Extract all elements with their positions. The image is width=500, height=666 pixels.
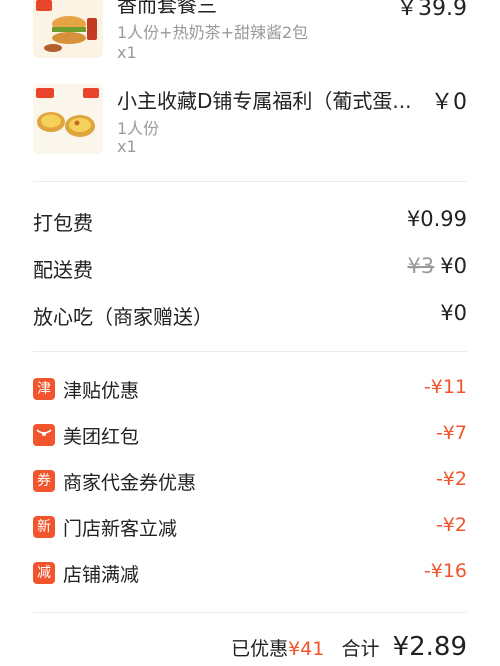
- discount-row-new-customer: 新 门店新客立减 -¥2: [33, 514, 467, 544]
- new-customer-icon: 新: [33, 516, 55, 538]
- discount-label: 商家代金券优惠: [63, 472, 197, 494]
- discount-amount: -¥11: [423, 376, 467, 398]
- summary-line: 已优惠¥41 合计 ¥2.89: [231, 632, 467, 662]
- order-item: 小主收藏D铺专属福利（葡式蛋... 1人份 x1 ￥0: [0, 80, 500, 160]
- total-amount: ¥2.89: [392, 632, 467, 662]
- discount-row-red-packet: 美团红包 -¥7: [33, 422, 467, 452]
- divider: [33, 612, 467, 613]
- item-thumbnail: [33, 84, 103, 154]
- item-thumbnail: [33, 0, 103, 58]
- full-reduction-icon: 减: [33, 562, 55, 584]
- original-fee: ¥3: [407, 254, 435, 278]
- red-packet-icon: [33, 424, 55, 446]
- fee-value: ¥0: [440, 254, 467, 278]
- order-summary: 已优惠¥41 合计 ¥2.89: [0, 612, 500, 666]
- discount-row-full-reduction: 减 店铺满减 -¥16: [33, 560, 467, 590]
- saved-label: 已优惠: [231, 638, 289, 660]
- delivery-fee-row: 配送费 ¥3 ¥0: [33, 254, 467, 284]
- burger-combo-icon: [33, 0, 103, 58]
- item-quantity: x1: [117, 43, 137, 62]
- discount-amount: -¥16: [423, 560, 467, 582]
- fee-value: ¥0: [440, 301, 467, 325]
- divider: [33, 351, 467, 352]
- coupon-icon: 券: [33, 470, 55, 492]
- fee-value: ¥0.99: [406, 207, 467, 231]
- discount-amount: -¥2: [435, 514, 467, 536]
- fee-value-group: ¥3 ¥0: [408, 254, 467, 278]
- item-name: 香而套餐三: [117, 0, 217, 17]
- item-price: ￥39.9: [396, 0, 467, 21]
- discount-row-allowance: 津 津贴优惠 -¥11: [33, 376, 467, 406]
- allowance-icon: 津: [33, 378, 55, 400]
- fee-label: 打包费: [33, 211, 93, 235]
- discount-amount: -¥7: [435, 422, 467, 444]
- discount-label: 美团红包: [63, 426, 140, 448]
- fee-label: 配送费: [33, 258, 93, 282]
- safe-eat-row: 放心吃（商家赠送） ¥0: [33, 301, 467, 331]
- saved-amount: ¥41: [288, 638, 325, 660]
- egg-tart-icon: [33, 84, 103, 154]
- discount-label: 津贴优惠: [63, 380, 140, 402]
- total-label: 合计: [341, 638, 380, 660]
- item-name: 小主收藏D铺专属福利（葡式蛋...: [117, 89, 412, 113]
- divider: [33, 181, 467, 182]
- item-spec: 1人份: [117, 119, 160, 138]
- packing-fee-row: 打包费 ¥0.99: [33, 207, 467, 237]
- item-spec: 1人份+热奶茶+甜辣酱2包: [117, 23, 309, 42]
- order-item: 香而套餐三 1人份+热奶茶+甜辣酱2包 x1 ￥39.9: [0, 0, 500, 70]
- discount-label: 店铺满减: [63, 564, 140, 586]
- discount-label: 门店新客立减: [63, 518, 178, 540]
- item-price: ￥0: [431, 90, 467, 115]
- discount-amount: -¥2: [435, 468, 467, 490]
- fee-label: 放心吃（商家赠送）: [33, 305, 213, 329]
- item-quantity: x1: [117, 137, 137, 156]
- discount-row-coupon: 券 商家代金券优惠 -¥2: [33, 468, 467, 498]
